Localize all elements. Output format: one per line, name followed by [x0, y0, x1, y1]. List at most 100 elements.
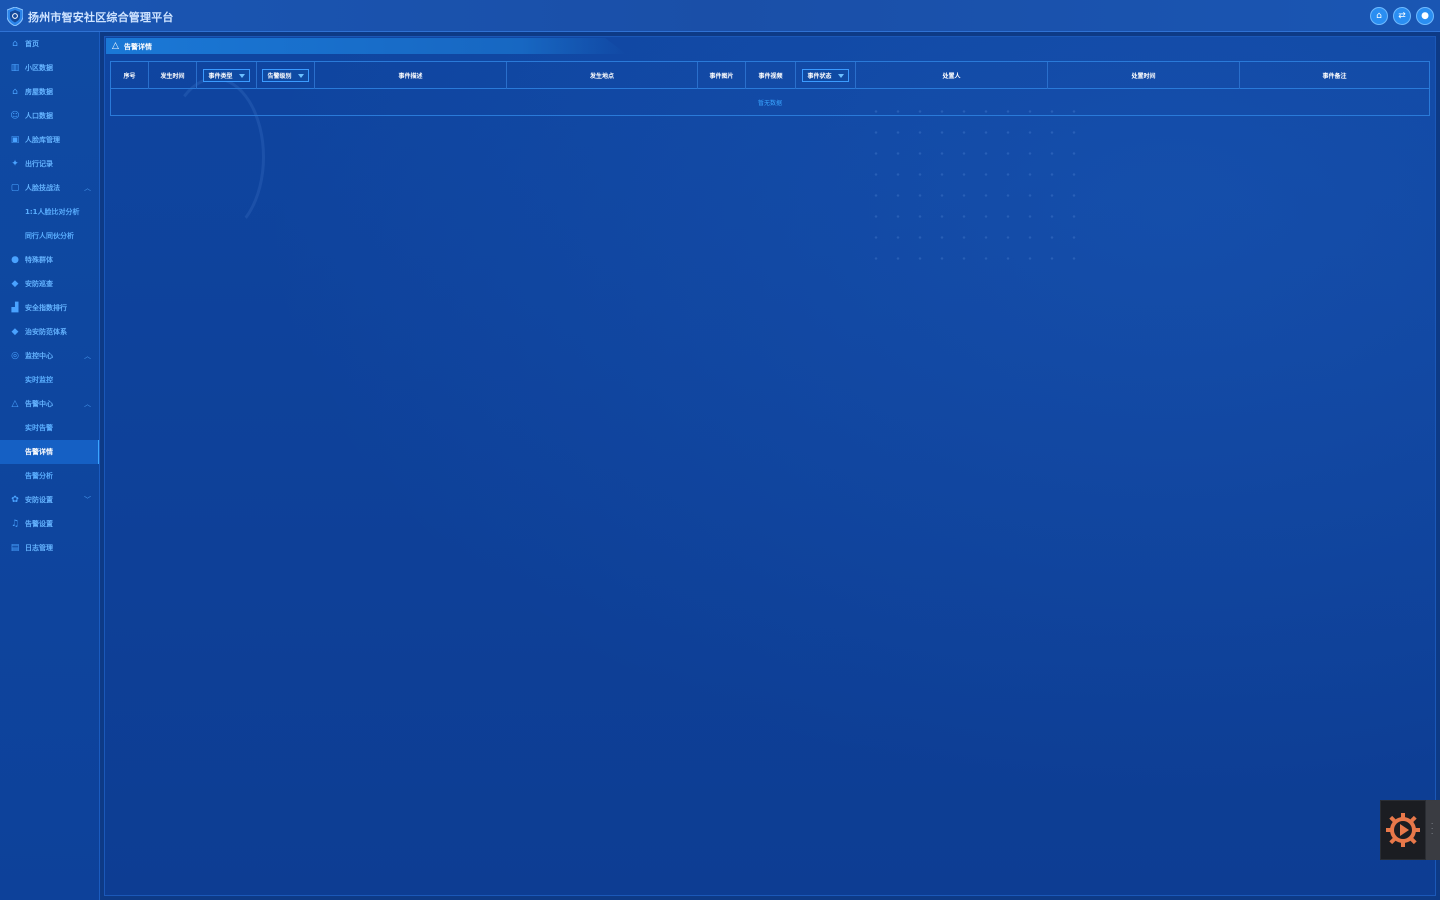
dropdown-arrow-icon [837, 73, 844, 78]
column-header: 事件状态 [796, 62, 856, 89]
log-icon: ▤ [10, 542, 20, 553]
sidebar-item-12[interactable]: ◆ 治安防范体系 [0, 320, 99, 344]
sidebar-item-9[interactable]: ● 特殊群体 [0, 248, 99, 272]
sidebar-item-label: 实时告警 [25, 424, 53, 432]
column-header: 处置时间 [1048, 62, 1240, 89]
sidebar-item-5[interactable]: ✦ 出行记录 [0, 152, 99, 176]
house-icon: ⌂ [12, 86, 18, 97]
sidebar-subitem-8[interactable]: 同行人同伙分析 [0, 224, 99, 248]
column-header-label: 发生地点 [589, 73, 614, 80]
column-header-label: 事件图片 [709, 73, 734, 80]
empty-state-text: 暂无数据 [757, 100, 782, 107]
sidebar-item-label: 房屋数据 [25, 88, 53, 96]
sidebar-item-label: 安防设置 [25, 496, 53, 504]
sidebar-item-label: 告警分析 [25, 472, 53, 480]
top-actions: ⌂ ⇄ ● [1370, 7, 1434, 25]
sidebar-item-label: 人脸库管理 [25, 136, 60, 144]
shield-check-icon: ◆ [11, 326, 19, 337]
column-filter-select[interactable]: 告警级别 [262, 69, 309, 82]
sidebar-subitem-18[interactable]: 告警分析 [0, 464, 99, 488]
sidebar-item-1[interactable]: ▥ 小区数据 [0, 56, 99, 80]
chevron-up-icon: ︿ [84, 352, 91, 360]
column-header: 发生地点 [507, 62, 698, 89]
sidebar-item-label: 日志管理 [25, 544, 53, 552]
column-header-label: 序号 [123, 73, 136, 80]
sidebar-item-10[interactable]: ◆ 安防巡查 [0, 272, 99, 296]
sidebar-item-3[interactable]: ☺ 人口数据 [0, 104, 99, 128]
home-icon: ⌂ [12, 38, 18, 49]
home-button[interactable]: ⌂ [1370, 7, 1388, 25]
column-header-label: 事件描述 [398, 73, 423, 80]
bar-chart-icon: ▟ [11, 302, 19, 313]
user-icon: ● [1421, 11, 1429, 21]
sidebar-subitem-16[interactable]: 实时告警 [0, 416, 99, 440]
switch-button[interactable]: ⇄ [1393, 7, 1411, 25]
sidebar-item-label: 人脸技战法 [25, 184, 60, 192]
sidebar-item-label: 出行记录 [25, 160, 53, 168]
chevron-up-icon: ︿ [84, 184, 91, 192]
sidebar-item-label: 治安防范体系 [25, 328, 67, 336]
sidebar-subitem-7[interactable]: 1:1人脸比对分析 [0, 200, 99, 224]
sidebar-item-21[interactable]: ▤ 日志管理 [0, 536, 99, 560]
sidebar-item-label: 告警详情 [25, 448, 53, 456]
switch-icon: ⇄ [1398, 11, 1406, 21]
sidebar-subitem-14[interactable]: 实时监控 [0, 368, 99, 392]
sidebar-item-label: 安全指数排行 [25, 304, 67, 312]
settings-icon: ✿ [11, 494, 19, 505]
face-scan-icon: ▢ [10, 182, 20, 193]
column-header-label: 处置时间 [1131, 73, 1156, 80]
sidebar-item-label: 安防巡查 [25, 280, 53, 288]
column-header: 事件图片 [698, 62, 746, 89]
top-bar: 扬州市智安社区综合管理平台 ⌂ ⇄ ● [0, 0, 1440, 32]
floating-assistant-widget[interactable] [1380, 800, 1426, 860]
person-icon: ● [11, 254, 19, 265]
column-header-label: 发生时间 [160, 73, 185, 80]
sidebar-item-label: 告警中心 [25, 400, 53, 408]
column-filter-label: 事件类型 [208, 73, 233, 80]
sidebar-item-label: 监控中心 [25, 352, 53, 360]
panel-title-tab: △ 告警详情 [106, 38, 626, 54]
building-icon: ▥ [10, 62, 20, 73]
sidebar-item-label: 1:1人脸比对分析 [25, 208, 80, 216]
column-header-label: 事件视频 [758, 73, 783, 80]
sidebar-item-label: 告警设置 [25, 520, 53, 528]
column-header: 处置人 [856, 62, 1048, 89]
alarm-table: 序号 发生时间 事件类型 告警级别 事件描述 发生地点 事件图片 事件视频 事件状态 处置人 处置时… [110, 61, 1430, 116]
people-icon: ☺ [10, 110, 20, 121]
sidebar-item-19[interactable]: ✿ 安防设置 ﹀ [0, 488, 99, 512]
column-header-label: 事件备注 [1322, 73, 1347, 80]
camera-icon: ◎ [11, 350, 19, 361]
sidebar-item-20[interactable]: ♫ 告警设置 [0, 512, 99, 536]
sidebar: ⌂ 首页 ▥ 小区数据 ⌂ 房屋数据 ☺ 人口数据 ▣ 人脸库管理 ✦ 出行记录 ▢ 人脸技战法 ︿ 1:1人… [0, 32, 100, 900]
column-filter-label: 事件状态 [807, 73, 832, 80]
chevron-down-icon: ﹀ [84, 496, 91, 504]
column-header: 发生时间 [149, 62, 197, 89]
warning-icon: △ [11, 398, 19, 409]
shield-icon: ◆ [11, 278, 19, 289]
play-gear-icon [1386, 813, 1420, 847]
user-button[interactable]: ● [1416, 7, 1434, 25]
column-filter-select[interactable]: 事件类型 [203, 69, 250, 82]
sidebar-item-4[interactable]: ▣ 人脸库管理 [0, 128, 99, 152]
floating-widget-handle[interactable]: · · · [1426, 800, 1440, 860]
sidebar-item-label: 同行人同伙分析 [25, 232, 74, 240]
sidebar-item-label: 人口数据 [25, 112, 53, 120]
column-header: 事件类型 [197, 62, 257, 89]
sidebar-subitem-17[interactable]: 告警详情 [0, 440, 99, 464]
shield-logo-icon [7, 7, 23, 26]
sidebar-item-11[interactable]: ▟ 安全指数排行 [0, 296, 99, 320]
column-header-label: 处置人 [942, 73, 961, 80]
home-icon: ⌂ [1376, 11, 1382, 21]
sidebar-item-6[interactable]: ▢ 人脸技战法 ︿ [0, 176, 99, 200]
dropdown-arrow-icon [238, 73, 245, 78]
sidebar-item-15[interactable]: △ 告警中心 ︿ [0, 392, 99, 416]
column-filter-select[interactable]: 事件状态 [802, 69, 849, 82]
sidebar-item-13[interactable]: ◎ 监控中心 ︿ [0, 344, 99, 368]
walking-icon: ✦ [11, 158, 19, 169]
sidebar-item-0[interactable]: ⌂ 首页 [0, 32, 99, 56]
column-header: 序号 [111, 62, 149, 89]
column-header: 事件描述 [315, 62, 507, 89]
sidebar-item-2[interactable]: ⌂ 房屋数据 [0, 80, 99, 104]
column-header: 告警级别 [257, 62, 315, 89]
column-header: 事件备注 [1240, 62, 1429, 89]
